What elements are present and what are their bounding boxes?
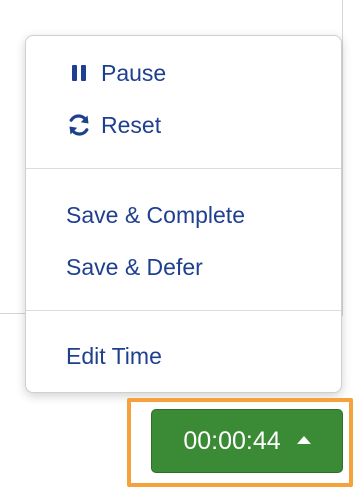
timer-dropdown-menu: Pause Reset Save & Complete Save & Defer xyxy=(25,35,342,393)
menu-item-pause[interactable]: Pause xyxy=(66,53,166,93)
menu-item-label: Save & Defer xyxy=(66,253,203,280)
timer-button[interactable]: 00:00:44 xyxy=(151,409,343,473)
menu-divider xyxy=(26,310,341,311)
caret-up-icon xyxy=(296,436,311,444)
menu-item-label: Pause xyxy=(101,59,167,86)
pause-icon xyxy=(66,60,92,86)
menu-item-save-defer[interactable]: Save & Defer xyxy=(66,247,203,287)
timer-value: 00:00:44 xyxy=(183,426,281,455)
menu-item-reset[interactable]: Reset xyxy=(66,105,161,145)
menu-item-save-complete[interactable]: Save & Complete xyxy=(66,195,245,235)
menu-item-label: Reset xyxy=(101,111,162,138)
menu-divider xyxy=(26,168,341,169)
menu-item-label: Edit Time xyxy=(66,342,162,369)
refresh-icon xyxy=(66,112,92,138)
background-panel-edge xyxy=(342,0,343,316)
menu-item-label: Save & Complete xyxy=(66,201,245,228)
menu-item-edit-time[interactable]: Edit Time xyxy=(66,336,162,376)
screen: Pause Reset Save & Complete Save & Defer xyxy=(0,0,362,488)
